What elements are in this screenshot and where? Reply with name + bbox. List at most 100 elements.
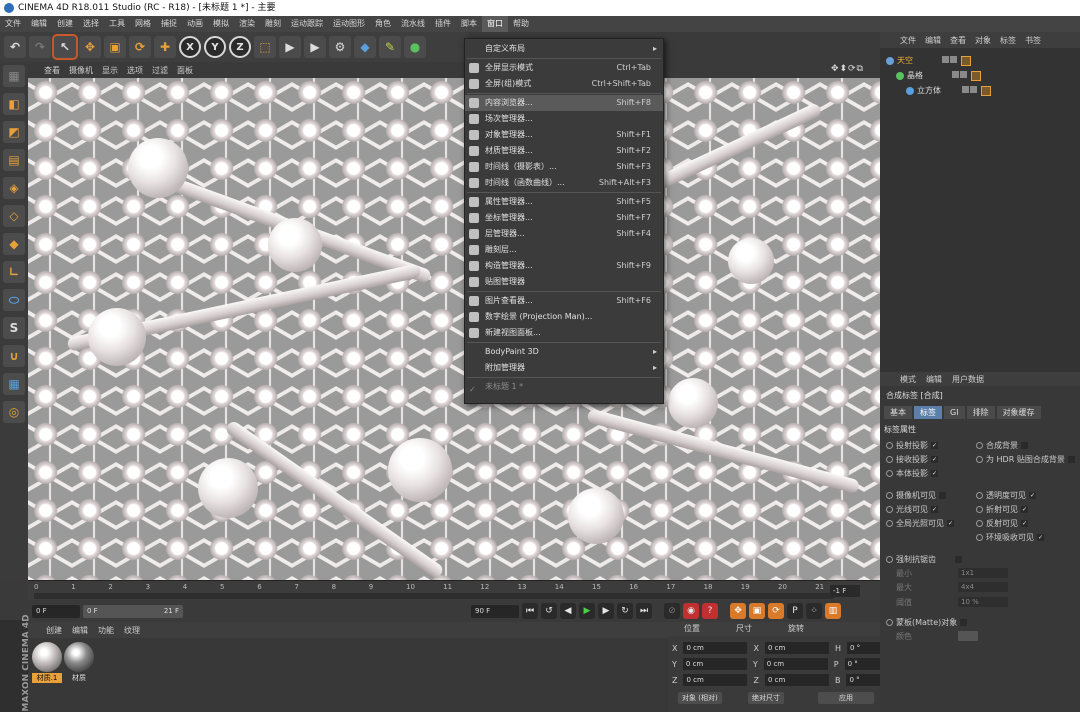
window-menu-item[interactable]: 属性管理器... Shift+F5 [465, 194, 663, 210]
magnet-icon[interactable]: ∪ [3, 345, 25, 367]
checkbox[interactable]: ✓ [1037, 534, 1044, 541]
matte-option[interactable]: 蒙板(Matte)对象 [886, 617, 968, 628]
menu-4[interactable]: 工具 [104, 16, 130, 32]
next-key-icon[interactable]: ↻ [617, 603, 633, 619]
next-frame-icon[interactable]: ▶ [598, 603, 614, 619]
object-menu-3[interactable]: 对象 [975, 35, 991, 46]
render-settings-icon[interactable]: ⚙ [329, 36, 351, 58]
coord-size-field[interactable]: 0 cm [764, 674, 829, 686]
menu-5[interactable]: 网格 [130, 16, 156, 32]
window-menu-item[interactable]: BodyPaint 3D ▸ [465, 344, 663, 360]
rotate-icon[interactable]: ⟳ [129, 36, 151, 58]
size-mode-dropdown[interactable]: 绝对尺寸 [748, 692, 784, 704]
menu-12[interactable]: 运动图形 [328, 16, 370, 32]
object-tag-icon[interactable] [971, 70, 981, 81]
window-menu-item[interactable]: 全屏显示模式 Ctrl+Tab [465, 60, 663, 76]
viewport-menu-1[interactable]: 摄像机 [69, 65, 93, 76]
window-menu-item[interactable]: 时间线（摄影表）... Shift+F3 [465, 159, 663, 175]
attr-option[interactable]: 合成背景 [976, 440, 1028, 451]
window-menu-item[interactable]: 内容浏览器... Shift+F8 [465, 95, 663, 111]
menu-10[interactable]: 雕刻 [260, 16, 286, 32]
checkbox[interactable]: ✓ [931, 470, 938, 477]
menu-9[interactable]: 渲染 [234, 16, 260, 32]
menu-2[interactable]: 创建 [52, 16, 78, 32]
threshold-field[interactable]: 10 % [958, 597, 1008, 607]
checkbox[interactable] [939, 492, 946, 499]
material-thumb-1[interactable]: 材质.1 [32, 642, 62, 683]
prev-key-icon[interactable]: ↺ [541, 603, 557, 619]
attr-option[interactable]: 为 HDR 贴图合成背景 [976, 454, 1075, 465]
menu-0[interactable]: 文件 [0, 16, 26, 32]
record-off-icon[interactable]: ⊘ [664, 603, 680, 619]
viewport-menu-4[interactable]: 过滤 [152, 65, 168, 76]
auto-key-icon[interactable]: ? [702, 603, 718, 619]
tab-2[interactable]: GI [944, 406, 965, 419]
model-mode-icon[interactable]: ▦ [3, 65, 25, 87]
attr-option[interactable]: 光线可见 ✓ [886, 504, 938, 515]
preview-range-slider[interactable]: 0 F 21 F [83, 604, 183, 618]
window-menu-item[interactable]: 自定义布局 ▸ [465, 41, 663, 57]
coord-size-field[interactable]: 0 cm [763, 658, 828, 670]
object-tag-icon[interactable] [961, 55, 971, 66]
attr-option[interactable]: 折射可见 ✓ [976, 504, 1028, 515]
timeline-ruler[interactable]: 0 1 2 3 4 5 6 7 8 9 10 11 12 13 14 15 16 17 18 19 20 21 -1 F [28, 580, 880, 600]
force-aa-option[interactable]: 强制抗锯齿 [886, 554, 962, 565]
viewport-menu-2[interactable]: 显示 [102, 65, 118, 76]
z-axis-icon[interactable]: Z [229, 36, 251, 58]
checkbox[interactable] [1021, 442, 1028, 449]
scale-icon[interactable]: ▣ [104, 36, 126, 58]
viewport-menu-3[interactable]: 选项 [127, 65, 143, 76]
object-menu-5[interactable]: 书签 [1025, 35, 1041, 46]
object-menu-2[interactable]: 查看 [950, 35, 966, 46]
visibility-flags[interactable] [942, 56, 958, 65]
window-menu-item[interactable]: 构造管理器... Shift+F9 [465, 258, 663, 274]
edges-mode-icon[interactable]: ◇ [3, 205, 25, 227]
coord-pos-field[interactable]: 0 cm [683, 642, 748, 654]
window-menu-item[interactable]: 新建视图面板... [465, 325, 663, 341]
checkbox[interactable]: ✓ [1021, 506, 1028, 513]
material-menu-2[interactable]: 功能 [98, 625, 114, 636]
key-move-icon[interactable]: ✥ [730, 603, 746, 619]
window-menu-item[interactable]: ✓ 未标题 1 * [465, 379, 663, 395]
material-menu-3[interactable]: 纹理 [124, 625, 140, 636]
prev-frame-icon[interactable]: ◀ [560, 603, 576, 619]
object-row[interactable]: 晶格 [896, 69, 981, 82]
move-icon[interactable]: ✥ [79, 36, 101, 58]
cube-icon[interactable]: ◆ [354, 36, 376, 58]
menu-13[interactable]: 角色 [370, 16, 396, 32]
axis-mode-icon[interactable]: ∟ [3, 261, 25, 283]
visibility-flags[interactable] [952, 71, 968, 80]
goto-end-icon[interactable]: ⏭ [636, 603, 652, 619]
attr-option[interactable]: 环境吸收可见 ✓ [976, 532, 1044, 543]
material-menu-0[interactable]: 创建 [46, 625, 62, 636]
attr-option[interactable]: 全局光照可见 ✓ [886, 518, 954, 529]
undo-icon[interactable]: ↶ [4, 36, 26, 58]
menu-18[interactable]: 帮助 [508, 16, 534, 32]
attr-option[interactable]: 反射可见 ✓ [976, 518, 1028, 529]
object-row[interactable]: 立方体 [906, 84, 991, 97]
points-mode-icon[interactable]: ◈ [3, 177, 25, 199]
window-menu-item[interactable]: 坐标管理器... Shift+F7 [465, 210, 663, 226]
apply-button[interactable]: 应用 [818, 692, 874, 704]
tab-4[interactable]: 对象缓存 [996, 406, 1041, 419]
select-icon[interactable]: ↖ [52, 34, 78, 60]
coord-size-field[interactable]: 0 cm [764, 642, 829, 654]
window-menu-item[interactable]: 图片查看器... Shift+F6 [465, 293, 663, 309]
key-scale-icon[interactable]: ▣ [749, 603, 765, 619]
coord-pos-field[interactable]: 0 cm [683, 674, 748, 686]
timeline-track[interactable] [34, 593, 834, 599]
workplane-icon[interactable]: ▤ [3, 149, 25, 171]
object-mode-icon[interactable]: ◧ [3, 93, 25, 115]
play-icon[interactable]: ▶ [579, 603, 595, 619]
attribute-menu-2[interactable]: 用户数据 [952, 374, 984, 385]
attr-option[interactable]: 投射投影 ✓ [886, 440, 938, 451]
snap-icon[interactable]: S [3, 317, 25, 339]
attr-option[interactable]: 摄像机可见 [886, 490, 946, 501]
y-axis-icon[interactable]: Y [204, 36, 226, 58]
attr-option[interactable]: 本体投影 ✓ [886, 468, 938, 479]
coord-mode-dropdown[interactable]: 对象 (相对) [678, 692, 722, 704]
checkbox[interactable] [1067, 456, 1075, 463]
x-axis-icon[interactable]: X [179, 36, 201, 58]
menu-7[interactable]: 动画 [182, 16, 208, 32]
pen-icon[interactable]: ✎ [379, 36, 401, 58]
